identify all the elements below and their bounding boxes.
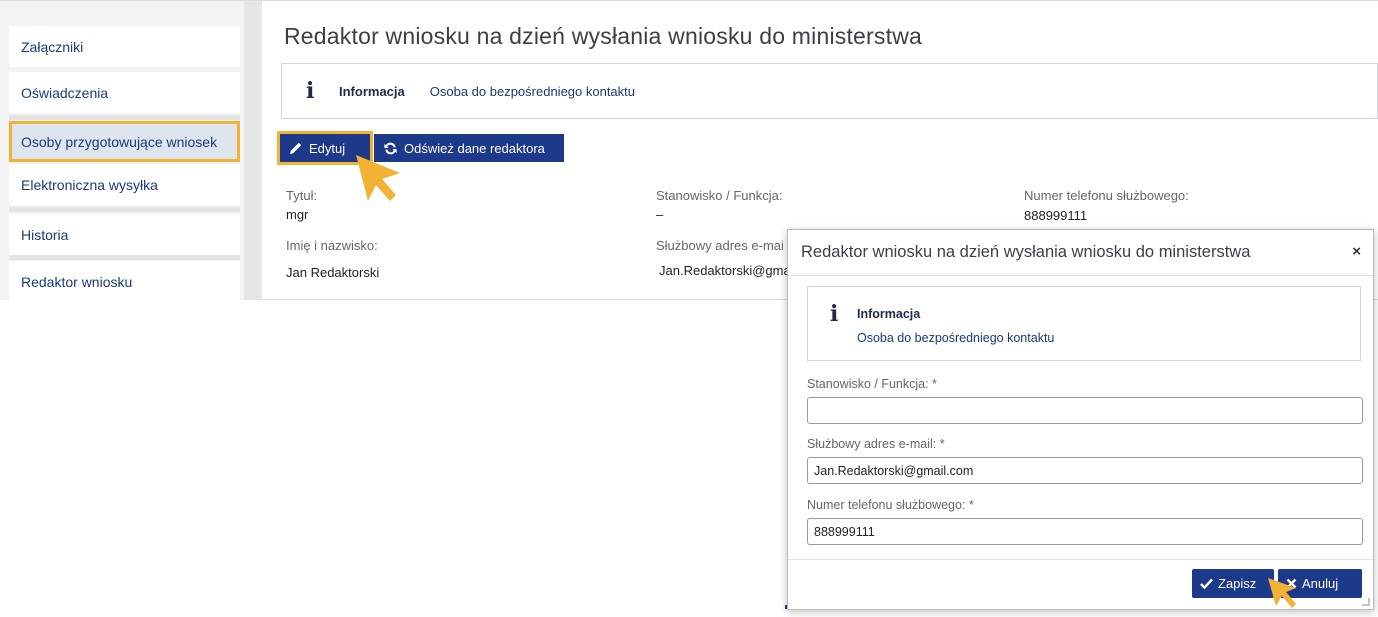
sidebar-item-osoby-przygotowujace[interactable]: Osoby przygotowujące wniosek [9,121,240,162]
position-field-label: Stanowisko / Funkcja: * [807,377,937,391]
sidebar-item-redaktor-wniosku[interactable]: Redaktor wniosku [9,261,240,302]
sidebar-item-label: Historia [21,226,69,243]
info-box: i Informacja Osoba do bezpośredniego kon… [281,63,1378,119]
email-label: Służbowy adres e-mai [656,238,784,253]
save-button-label: Zapisz [1218,576,1257,591]
phone-field-label: Numer telefonu służbowego: * [807,498,974,512]
sidebar-item-label: Osoby przygotowujące wniosek [21,133,218,150]
email-field-label: Służbowy adres e-mail: * [807,437,945,451]
position-value: – [656,207,664,222]
phone-input[interactable] [807,518,1363,545]
sidebar-item-label: Załączniki [21,38,84,55]
info-label: Informacja [339,83,405,99]
name-value: Jan Redaktorski [286,265,380,280]
dialog-header-divider [788,275,1373,276]
phone-value: 888999111 [1024,208,1088,223]
position-label: Stanowisko / Funkcja: [656,188,783,203]
arrow-cursor-icon [356,155,400,201]
info-text: Osoba do bezpośredniego kontaktu [429,83,636,99]
sidebar-item-label: Elektroniczna wysyłka [21,176,158,193]
dialog-title: Redaktor wniosku na dzień wysłania wnios… [801,243,1251,261]
position-input[interactable] [807,397,1363,424]
cancel-button-label: Anuluj [1302,576,1339,591]
close-icon[interactable]: × [1352,243,1361,260]
email-value: Jan.Redaktorski@gma [659,263,791,278]
info-icon: i [830,301,839,327]
save-button[interactable]: Zapisz [1192,569,1274,598]
dialog-info-label: Informacja [857,307,921,321]
sidebar-divider [9,255,240,260]
sidebar-item-label: Oświadczenia [21,84,109,101]
arrow-cursor-icon [1268,578,1296,608]
sidebar-scrollbar[interactable] [244,1,262,300]
dialog-footer-divider [788,559,1373,560]
sidebar-divider [9,207,240,212]
pencil-icon [290,142,302,154]
checkmark-icon [1200,578,1213,590]
edit-button-label: Edytuj [309,140,346,156]
info-icon: i [306,78,315,104]
dialog-info-box: i Informacja Osoba do bezpośredniego kon… [807,286,1361,361]
edit-dialog: Redaktor wniosku na dzień wysłania wnios… [787,229,1374,610]
sidebar-item-elektroniczna-wysylka[interactable]: Elektroniczna wysyłka [9,164,240,205]
phone-label: Numer telefonu służbowego: [1024,188,1189,203]
sidebar: Załączniki Oświadczenia Osoby przygotowu… [0,1,262,302]
page-title: Redaktor wniosku na dzień wysłania wnios… [284,23,923,49]
sidebar-item-label: Redaktor wniosku [21,273,133,290]
sidebar-item-oswiadczenia[interactable]: Oświadczenia [9,72,240,113]
resize-grip[interactable] [1362,598,1370,606]
refresh-button-label: Odśwież dane redaktora [404,140,545,156]
sidebar-divider [9,115,240,120]
title-value: mgr [286,207,309,222]
name-label: Imię i nazwisko: [286,238,378,253]
dialog-info-text: Osoba do bezpośredniego kontaktu [857,331,1055,345]
email-input[interactable] [807,457,1363,484]
sidebar-item-historia[interactable]: Historia [9,214,240,255]
sidebar-item-zalaczniki[interactable]: Załączniki [9,26,240,67]
title-label: Tytuł: [286,188,318,203]
